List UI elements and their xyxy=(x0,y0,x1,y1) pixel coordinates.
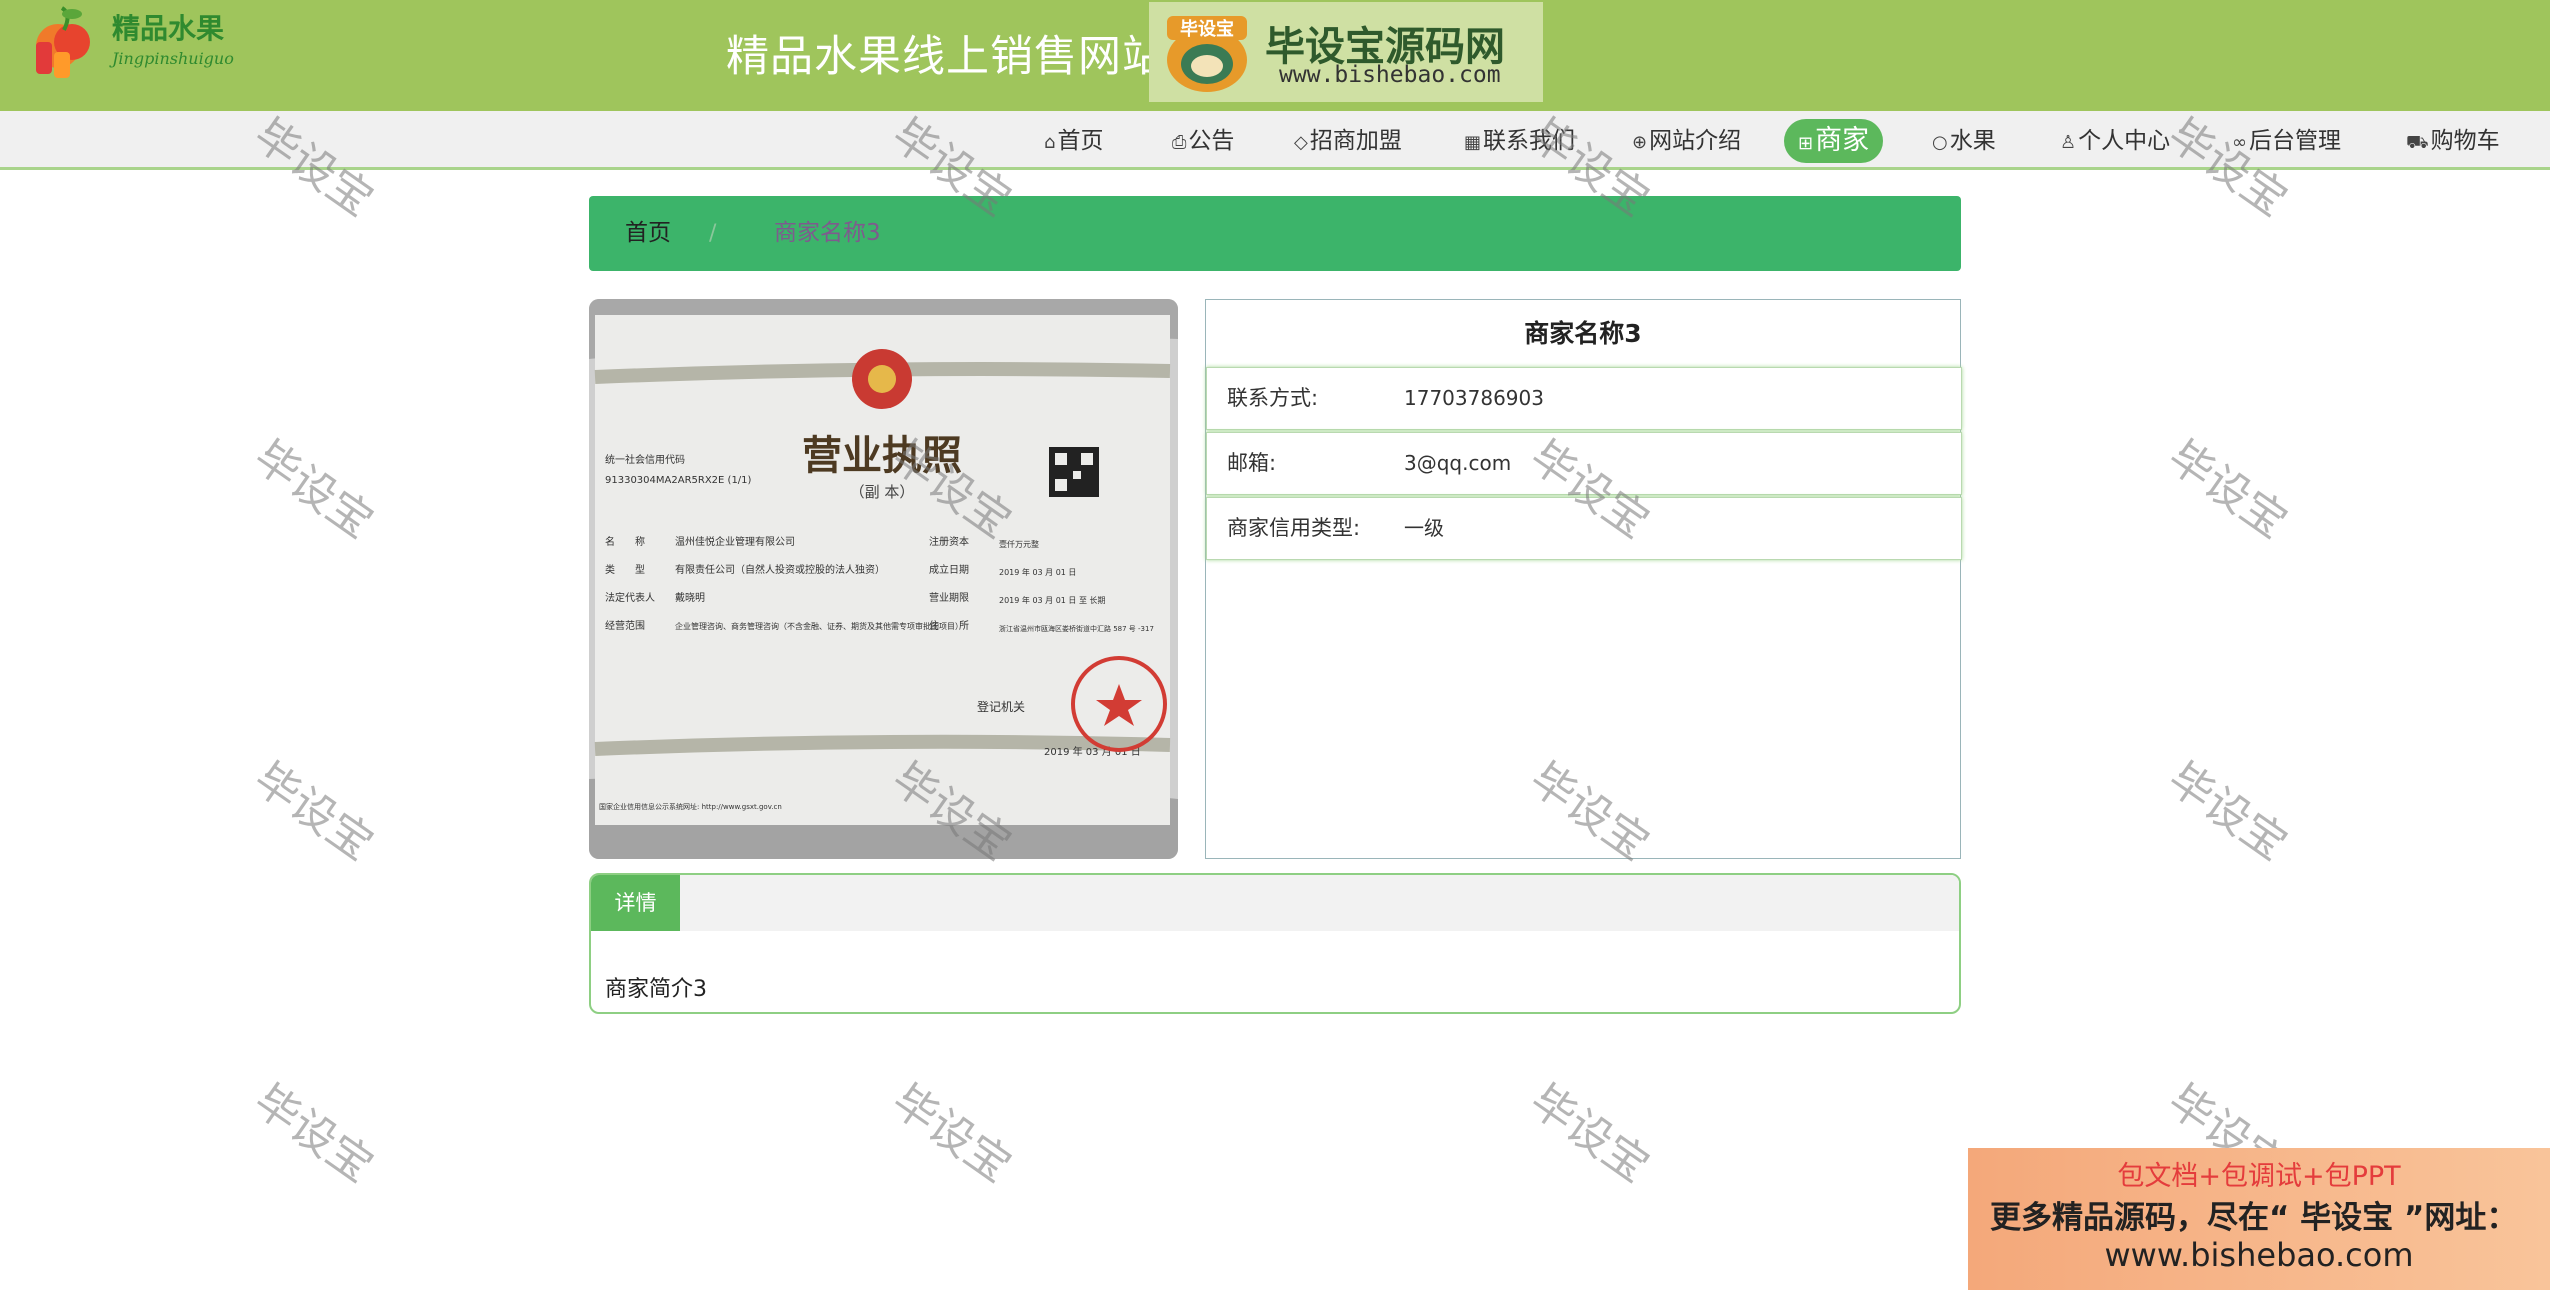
nav-item-contact[interactable]: ▦联系我们 xyxy=(1460,119,1579,163)
nav-item-fruit[interactable]: ○水果 xyxy=(1928,119,2000,163)
svg-text:住 所: 住 所 xyxy=(929,619,969,632)
svg-text:统一社会信用代码: 统一社会信用代码 xyxy=(605,453,685,466)
svg-text:温州佳悦企业管理有限公司: 温州佳悦企业管理有限公司 xyxy=(675,535,795,548)
nav-item-about[interactable]: ⊕网站介绍 xyxy=(1628,119,1745,163)
merchant-credit-row: 商家信用类型: 一级 xyxy=(1206,497,1962,560)
merchant-phone: 17703786903 xyxy=(1404,386,1544,410)
svg-text:2019 年 03 月 01 日: 2019 年 03 月 01 日 xyxy=(1044,745,1141,758)
svg-text:注册资本: 注册资本 xyxy=(929,535,969,548)
svg-text:经营范围: 经营范围 xyxy=(605,619,645,632)
printer-icon: ⎙ xyxy=(1172,132,1187,153)
breadcrumb: 首页 / 商家名称3 xyxy=(589,196,1961,271)
watermark: 毕设宝 xyxy=(1520,1074,1659,1193)
svg-text:戴晓明: 戴晓明 xyxy=(675,591,705,604)
merchant-license-image: 营业执照 （副 本） 统一社会信用代码 91330304MA2AR5RX2E (… xyxy=(589,299,1178,859)
promo-url: www.bishebao.com xyxy=(2104,1236,2414,1274)
grid-icon: ▦ xyxy=(1464,132,1482,153)
nav-item-profile[interactable]: ♙个人中心 xyxy=(2056,119,2174,163)
svg-text:2019 年 03 月 01 日 至 长期: 2019 年 03 月 01 日 至 长期 xyxy=(999,595,1106,605)
svg-text:有限责任公司（自然人投资或控股的法人独资）: 有限责任公司（自然人投资或控股的法人独资） xyxy=(675,563,885,576)
svg-text:国家企业信用信息公示系统网址: http://www.gsx: 国家企业信用信息公示系统网址: http://www.gsxt.gov.cn xyxy=(599,802,782,811)
promo-line-1: 包文档+包调试+包PPT xyxy=(2117,1161,2401,1192)
svg-text:91330304MA2AR5RX2E (1/1): 91330304MA2AR5RX2E (1/1) xyxy=(605,475,752,486)
nav-item-merchant[interactable]: ⊞商家 xyxy=(1784,119,1884,163)
merchant-email: 3@qq.com xyxy=(1404,451,1512,475)
svg-text:2019 年 03 月 01 日: 2019 年 03 月 01 日 xyxy=(999,567,1076,577)
svg-text:法定代表人: 法定代表人 xyxy=(605,591,655,604)
nav-item-home[interactable]: ⌂首页 xyxy=(1040,119,1107,163)
svg-text:精品水果: 精品水果 xyxy=(112,12,224,45)
merchant-credit-type: 一级 xyxy=(1404,516,1444,540)
svg-text:毕设宝: 毕设宝 xyxy=(1180,18,1234,40)
breadcrumb-home-link[interactable]: 首页 xyxy=(625,196,671,271)
watermark: 毕设宝 xyxy=(244,752,383,871)
svg-text:名 称: 名 称 xyxy=(605,535,645,548)
svg-text:登记机关: 登记机关 xyxy=(977,699,1025,714)
globe-icon: ⊕ xyxy=(1632,132,1648,153)
circle-icon: ○ xyxy=(1932,132,1948,153)
merchant-phone-row: 联系方式: 17703786903 xyxy=(1206,367,1962,430)
svg-text:营业执照: 营业执照 xyxy=(802,432,962,479)
watermark: 毕设宝 xyxy=(244,1074,383,1193)
svg-text:类 型: 类 型 xyxy=(605,563,645,576)
merchant-intro: 商家简介3 xyxy=(605,977,707,1002)
watermark: 毕设宝 xyxy=(2158,430,2297,549)
tag-icon: ◇ xyxy=(1294,132,1308,153)
breadcrumb-separator: / xyxy=(709,221,717,246)
merchant-email-row: 邮箱: 3@qq.com xyxy=(1206,432,1962,495)
promo-line-2: 更多精品源码，尽在“ 毕设宝 ”网址： xyxy=(1990,1200,2518,1236)
watermark: 毕设宝 xyxy=(2158,752,2297,871)
watermark: 毕设宝 xyxy=(882,1074,1021,1193)
watermark-badge-icon: 毕设宝 xyxy=(1167,16,1247,92)
svg-text:浙江省温州市瓯海区娄桥街道中汇路 587 号 -317: 浙江省温州市瓯海区娄桥街道中汇路 587 号 -317 xyxy=(999,624,1154,633)
watermark-logo: 毕设宝 毕设宝源码网 www.bishebao.com xyxy=(1149,2,1543,102)
cart-icon: ⛟ xyxy=(2406,132,2429,153)
breadcrumb-current: 商家名称3 xyxy=(774,220,881,246)
home-icon: ⌂ xyxy=(1044,132,1056,153)
site-logo[interactable]: 精品水果 Jingpinshuiguo xyxy=(32,2,242,82)
watermark-logo-url: www.bishebao.com xyxy=(1279,62,1501,88)
user-icon: ♙ xyxy=(2060,132,2077,153)
merchant-name: 商家名称3 xyxy=(1524,319,1642,348)
field-label: 联系方式: xyxy=(1227,386,1319,410)
svg-text:壹仟万元整: 壹仟万元整 xyxy=(999,539,1039,549)
merchant-info-panel: 商家名称3 联系方式: 17703786903 邮箱: 3@qq.com 商家信… xyxy=(1205,299,1962,859)
nav-item-notice[interactable]: ⎙公告 xyxy=(1168,119,1238,163)
main-nav: ⌂首页 ⎙公告 ◇招商加盟 ▦联系我们 ⊕网站介绍 ⊞商家 ○水果 ♙个人中心 … xyxy=(0,111,2550,170)
tab-detail[interactable]: 详情 xyxy=(591,875,680,931)
svg-text:（副 本）: （副 本） xyxy=(850,483,915,501)
svg-text:成立日期: 成立日期 xyxy=(929,563,969,576)
detail-section: 详情 商家简介3 xyxy=(589,873,1961,1014)
apps-icon: ⊞ xyxy=(1798,133,1814,154)
nav-item-franchise[interactable]: ◇招商加盟 xyxy=(1290,119,1406,163)
link-icon: ∞ xyxy=(2232,132,2247,153)
svg-text:企业管理咨询、商务管理咨询（不含金融、证券、期货及其他需专项: 企业管理咨询、商务管理咨询（不含金融、证券、期货及其他需专项审批的项目） xyxy=(675,621,963,631)
promo-banner[interactable]: 包文档+包调试+包PPT 更多精品源码，尽在“ 毕设宝 ”网址： www.bis… xyxy=(1968,1148,2550,1290)
svg-text:Jingpinshuiguo: Jingpinshuiguo xyxy=(109,49,234,68)
field-label: 邮箱: xyxy=(1227,451,1277,475)
nav-item-cart[interactable]: ⛟购物车 xyxy=(2402,119,2504,163)
svg-text:营业期限: 营业期限 xyxy=(929,591,969,604)
site-title: 精品水果线上销售网站 xyxy=(726,32,1166,82)
site-header: 精品水果 Jingpinshuiguo 精品水果线上销售网站 毕设宝 毕设宝源码… xyxy=(0,0,2550,111)
watermark: 毕设宝 xyxy=(244,430,383,549)
detail-tab-bar: 详情 xyxy=(591,875,1959,931)
nav-item-admin[interactable]: ∞后台管理 xyxy=(2228,119,2345,163)
field-label: 商家信用类型: xyxy=(1227,516,1361,540)
